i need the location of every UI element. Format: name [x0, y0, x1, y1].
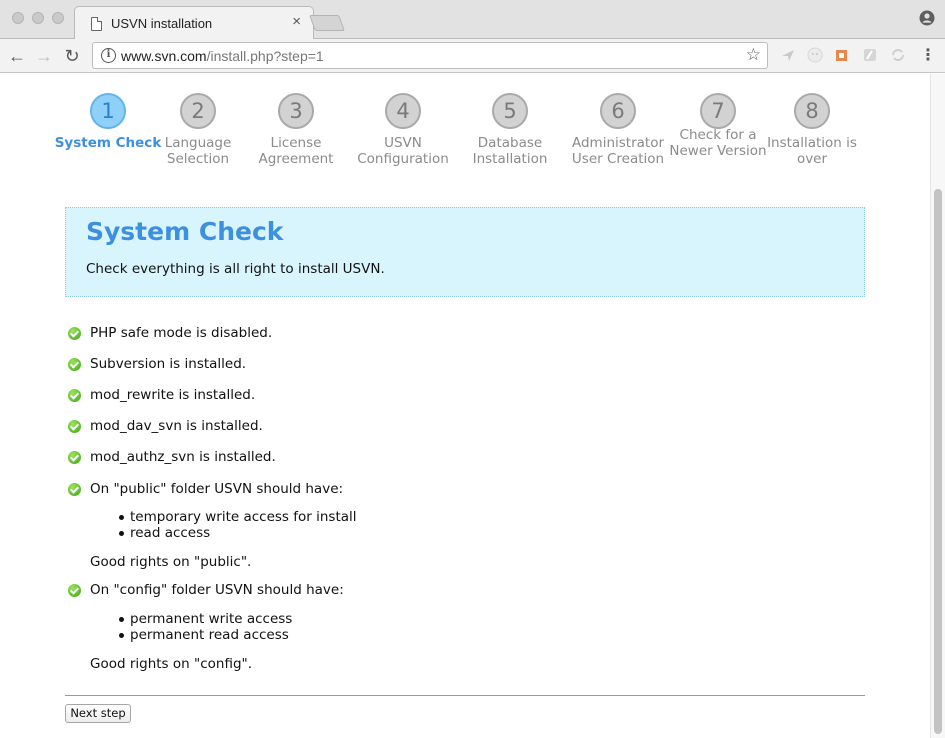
check-ok-icon	[68, 584, 81, 597]
minimize-window-button[interactable]	[32, 12, 44, 24]
step-number: 2	[180, 93, 216, 129]
check-ok-icon	[68, 389, 81, 402]
step-number: 8	[794, 93, 830, 129]
page-content: 1 System Check 2 Language Selection 3 Li…	[0, 74, 930, 738]
system-check-banner: System Check Check everything is all rig…	[65, 207, 865, 297]
step-number: 1	[90, 93, 126, 129]
profile-icon[interactable]	[919, 10, 935, 26]
config-rights-list: permanent write access permanent read ac…	[118, 611, 293, 643]
list-item: permanent read access	[118, 627, 292, 643]
step-label: Installation is over	[767, 135, 857, 167]
check-ok-icon	[68, 420, 81, 433]
extension-sync-icon[interactable]	[890, 47, 906, 63]
check-ok-icon	[68, 358, 81, 371]
step-3: 3 License Agreement	[241, 90, 351, 167]
document-icon	[91, 17, 102, 31]
next-step-button[interactable]: Next step	[65, 704, 131, 723]
step-8: 8 Installation is over	[757, 90, 867, 167]
step-label: USVN Configuration	[357, 135, 449, 167]
step-2: 2 Language Selection	[143, 90, 253, 167]
menu-icon[interactable]: ⋮	[917, 45, 939, 67]
step-number: 4	[385, 93, 421, 129]
forward-arrow-icon[interactable]: →	[33, 45, 55, 67]
address-bar[interactable]: i www.svn.com/install.php?step=1 ☆	[92, 42, 768, 69]
public-rights-list: temporary write access for install read …	[119, 509, 357, 541]
step-number: 3	[278, 93, 314, 129]
extension-office-icon[interactable]	[834, 47, 850, 63]
divider	[65, 695, 865, 696]
step-number: 5	[492, 93, 528, 129]
step-label: License Agreement	[258, 135, 334, 167]
bookmark-star-icon[interactable]: ☆	[746, 45, 761, 65]
page-scrollbar[interactable]	[930, 74, 945, 738]
check-ok-icon	[68, 483, 81, 496]
step-label: Administrator User Creation	[571, 135, 665, 167]
browser-tab-bar: USVN installation ×	[0, 0, 945, 40]
reload-icon[interactable]: ↻	[61, 45, 83, 67]
browser-tab[interactable]: USVN installation ×	[74, 6, 314, 40]
step-number: 7	[700, 93, 736, 129]
tab-title: USVN installation	[111, 16, 213, 31]
page-subtitle: Check everything is all right to install…	[86, 261, 385, 277]
zoom-window-button[interactable]	[52, 12, 64, 24]
extension-face-icon[interactable]	[807, 47, 823, 63]
check-ok-icon	[68, 451, 81, 464]
close-window-button[interactable]	[12, 12, 24, 24]
step-4: 4 USVN Configuration	[348, 90, 458, 167]
step-label: Language Selection	[164, 135, 232, 167]
extension-pen-icon[interactable]	[862, 47, 878, 63]
browser-toolbar: ← → ↻ i www.svn.com/install.php?step=1 ☆…	[0, 39, 945, 73]
step-6: 6 Administrator User Creation	[563, 90, 673, 167]
page-title: System Check	[86, 217, 284, 246]
back-arrow-icon[interactable]: ←	[6, 45, 28, 67]
public-rights-note: Good rights on "public".	[90, 554, 252, 570]
list-item: temporary write access for install	[119, 509, 357, 525]
step-5: 5 Database Installation	[455, 90, 565, 167]
check-ok-icon	[68, 327, 81, 340]
new-tab-button[interactable]	[309, 15, 345, 31]
extension-bird-icon[interactable]	[780, 47, 796, 63]
close-tab-icon[interactable]: ×	[292, 14, 301, 30]
config-rights-note: Good rights on "config".	[90, 656, 253, 672]
info-icon[interactable]: i	[101, 48, 116, 63]
url-text[interactable]: www.svn.com/install.php?step=1	[121, 48, 324, 64]
list-item: read access	[119, 525, 357, 541]
step-number: 6	[600, 93, 636, 129]
list-item: permanent write access	[118, 611, 293, 627]
step-label: Database Installation	[472, 135, 548, 167]
scrollbar-thumb[interactable]	[934, 189, 942, 734]
